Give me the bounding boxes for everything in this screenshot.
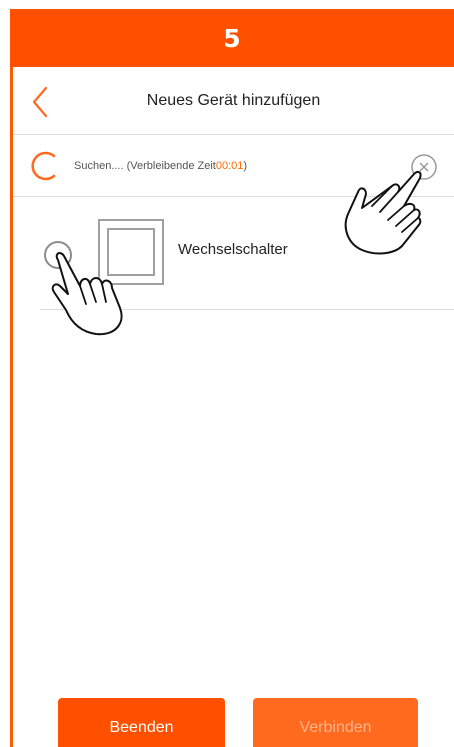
device-select-radio[interactable]: [44, 241, 72, 269]
switch-icon: [98, 219, 164, 285]
page-title: Neues Gerät hinzufügen: [146, 92, 321, 109]
loading-spinner-icon: [31, 151, 56, 181]
connect-button-label: Verbinden: [299, 718, 372, 736]
device-list-item[interactable]: Wechselschalter: [40, 197, 454, 310]
app-header: Neues Gerät hinzufügen: [13, 67, 454, 135]
step-number: 5: [223, 23, 241, 53]
chevron-left-icon: [32, 86, 48, 118]
search-suffix: ): [243, 160, 248, 172]
remaining-time: 00:01: [215, 160, 244, 172]
device-name: Wechselschalter: [178, 241, 288, 258]
search-label: Suchen.... (Verbleibende Zeit: [74, 160, 216, 172]
search-status-row: Suchen.... (Verbleibende Zeit 00:01): [13, 135, 454, 197]
cancel-search-button[interactable]: [410, 153, 438, 181]
finish-button[interactable]: Beenden: [58, 698, 225, 747]
step-number-banner: 5: [10, 9, 454, 67]
back-button[interactable]: [29, 85, 53, 119]
finish-button-label: Beenden: [109, 718, 174, 736]
switch-icon-rocker: [107, 228, 155, 276]
search-status-text: Suchen.... (Verbleibende Zeit 00:01): [74, 135, 247, 197]
close-circle-icon: [411, 154, 437, 180]
connect-button[interactable]: Verbinden: [253, 698, 418, 747]
